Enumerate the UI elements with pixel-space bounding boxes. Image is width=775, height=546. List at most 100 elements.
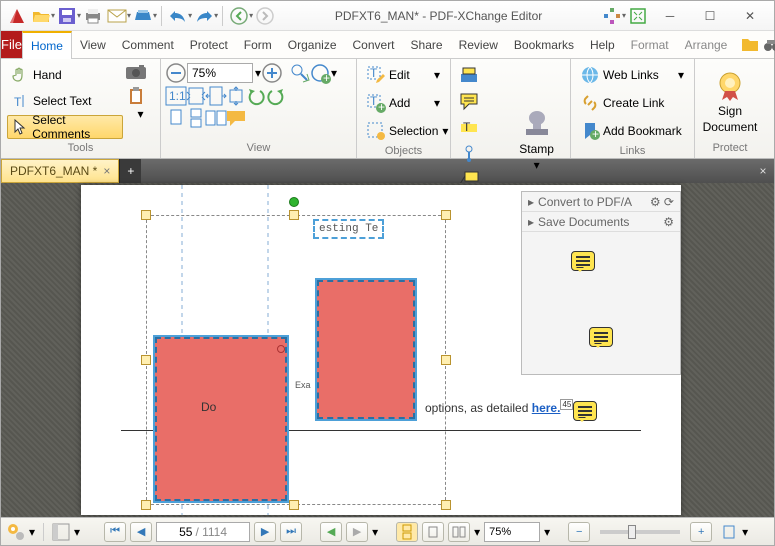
sticky-note[interactable] xyxy=(573,401,597,421)
status-zoom-input[interactable] xyxy=(484,522,540,542)
fit-button[interactable] xyxy=(720,523,738,541)
document-tab[interactable]: PDFXT6_MAN *× xyxy=(1,159,119,183)
edit-button[interactable]: TEdit▾ xyxy=(363,63,444,87)
tab-close-icon[interactable]: × xyxy=(103,164,110,178)
fullscreen-icon[interactable] xyxy=(627,5,649,27)
fit-visible-icon[interactable] xyxy=(227,87,245,105)
zoom-input[interactable] xyxy=(187,63,253,83)
here-link[interactable]: here. xyxy=(532,401,561,415)
rotate-cw-icon[interactable] xyxy=(267,87,285,105)
selection-button[interactable]: Selection▾ xyxy=(363,119,444,143)
fit-width-icon[interactable] xyxy=(207,87,225,105)
selection-handle[interactable] xyxy=(289,500,299,510)
selection-handle[interactable] xyxy=(441,210,451,220)
close-pane-button[interactable]: × xyxy=(752,159,774,183)
zoom-out-button[interactable]: − xyxy=(568,522,590,542)
open-icon[interactable] xyxy=(30,5,52,27)
prev-page-button[interactable]: ◀ xyxy=(130,522,152,542)
red-rectangle[interactable] xyxy=(153,335,289,503)
zoom-in-button[interactable]: + xyxy=(690,522,712,542)
two-page-icon[interactable] xyxy=(207,109,225,127)
minimize-button[interactable]: ─ xyxy=(650,2,690,30)
clipboard-icon[interactable] xyxy=(127,87,145,105)
sticky-note-icon[interactable] xyxy=(457,89,481,113)
convert-tab[interactable]: Convert xyxy=(345,31,403,58)
print-icon[interactable] xyxy=(82,5,104,27)
add-tab-button[interactable]: + xyxy=(119,159,141,183)
sticky-note[interactable] xyxy=(589,327,613,347)
first-page-button[interactable]: ⏮ xyxy=(104,522,126,542)
save-icon[interactable] xyxy=(56,5,78,27)
find-icon[interactable] xyxy=(741,36,759,54)
bookmarks-tab[interactable]: Bookmarks xyxy=(506,31,582,58)
format-tab[interactable]: Format xyxy=(623,31,677,58)
zoom-arrow-icon[interactable] xyxy=(291,64,309,82)
rotate-handle[interactable] xyxy=(289,197,299,207)
document-canvas[interactable]: ▸Convert to PDF/A⚙ ⟳ ▸Save Documents⚙ es… xyxy=(1,183,774,517)
undo-icon[interactable] xyxy=(167,5,189,27)
share-tab[interactable]: Share xyxy=(403,31,451,58)
selection-handle[interactable] xyxy=(441,500,451,510)
rotate-ccw-icon[interactable] xyxy=(247,87,265,105)
form-tab[interactable]: Form xyxy=(236,31,280,58)
plugins-icon[interactable] xyxy=(601,5,623,27)
scan-icon[interactable] xyxy=(132,5,154,27)
panel-toggle-icon[interactable] xyxy=(52,523,70,541)
fit-page-icon[interactable] xyxy=(187,87,205,105)
single-page-icon[interactable] xyxy=(167,109,185,127)
create-link-button[interactable]: Create Link xyxy=(577,91,688,115)
comment-bubble-icon[interactable] xyxy=(227,109,245,127)
zoom-in-icon[interactable] xyxy=(263,64,281,82)
organize-tab[interactable]: Organize xyxy=(280,31,345,58)
protect-tab[interactable]: Protect xyxy=(182,31,236,58)
layout-continuous-button[interactable] xyxy=(422,522,444,542)
sticky-note[interactable] xyxy=(571,251,595,271)
add-button[interactable]: T+Add▾ xyxy=(363,91,444,115)
web-links-button[interactable]: Web Links▾ xyxy=(577,63,688,87)
close-button[interactable]: ✕ xyxy=(730,2,770,30)
back-icon[interactable] xyxy=(228,5,250,27)
select-comments-tool[interactable]: Select Comments xyxy=(7,115,123,139)
next-page-button[interactable]: ▶ xyxy=(254,522,276,542)
binoculars-icon[interactable] xyxy=(763,36,775,54)
arrange-tab[interactable]: Arrange xyxy=(677,31,736,58)
actual-size-icon[interactable]: 1:1 xyxy=(167,87,185,105)
redo-icon[interactable] xyxy=(193,5,215,27)
nav-back-button[interactable]: ◀ xyxy=(320,522,342,542)
layout-facing-button[interactable] xyxy=(448,522,470,542)
sign-document-button[interactable]: Sign Document xyxy=(701,63,759,140)
selection-handle[interactable] xyxy=(141,210,151,220)
highlight-icon[interactable]: T xyxy=(457,115,481,139)
selection-handle[interactable] xyxy=(141,355,151,365)
nav-forward-button[interactable]: ▶ xyxy=(346,522,368,542)
last-page-button[interactable]: ⏭ xyxy=(280,522,302,542)
selection-handle[interactable] xyxy=(441,355,451,365)
options-gear-icon[interactable] xyxy=(7,523,25,541)
selection-handle[interactable] xyxy=(141,500,151,510)
review-tab[interactable]: Review xyxy=(451,31,506,58)
zoom-out-icon[interactable] xyxy=(167,64,185,82)
panel-convert-row[interactable]: ▸Convert to PDF/A⚙ ⟳ xyxy=(522,192,680,212)
mail-icon[interactable] xyxy=(106,5,128,27)
selection-handle[interactable] xyxy=(289,210,299,220)
view-tab[interactable]: View xyxy=(72,31,114,58)
help-tab[interactable]: Help xyxy=(582,31,623,58)
maximize-button[interactable]: ☐ xyxy=(690,2,730,30)
add-bookmark-button[interactable]: +Add Bookmark xyxy=(577,119,688,143)
layout-single-button[interactable] xyxy=(396,522,418,542)
continuous-icon[interactable] xyxy=(187,109,205,127)
file-tab[interactable]: File xyxy=(1,31,22,58)
select-text-tool[interactable]: TSelect Text xyxy=(7,89,123,113)
text-box[interactable]: esting Te xyxy=(313,219,384,239)
page-number[interactable]: 55/ 1114 xyxy=(156,522,250,542)
panel-save-row[interactable]: ▸Save Documents⚙ xyxy=(522,212,680,232)
home-tab[interactable]: Home xyxy=(22,31,72,59)
comment-tab[interactable]: Comment xyxy=(114,31,182,58)
zoom-slider[interactable] xyxy=(600,530,680,534)
typewriter-icon[interactable] xyxy=(457,63,481,87)
hand-tool[interactable]: Hand xyxy=(7,63,123,87)
red-rectangle[interactable] xyxy=(315,278,417,421)
forward-icon[interactable] xyxy=(254,5,276,27)
attach-icon[interactable] xyxy=(457,141,481,165)
zoom-plus-icon[interactable]: + xyxy=(311,64,329,82)
